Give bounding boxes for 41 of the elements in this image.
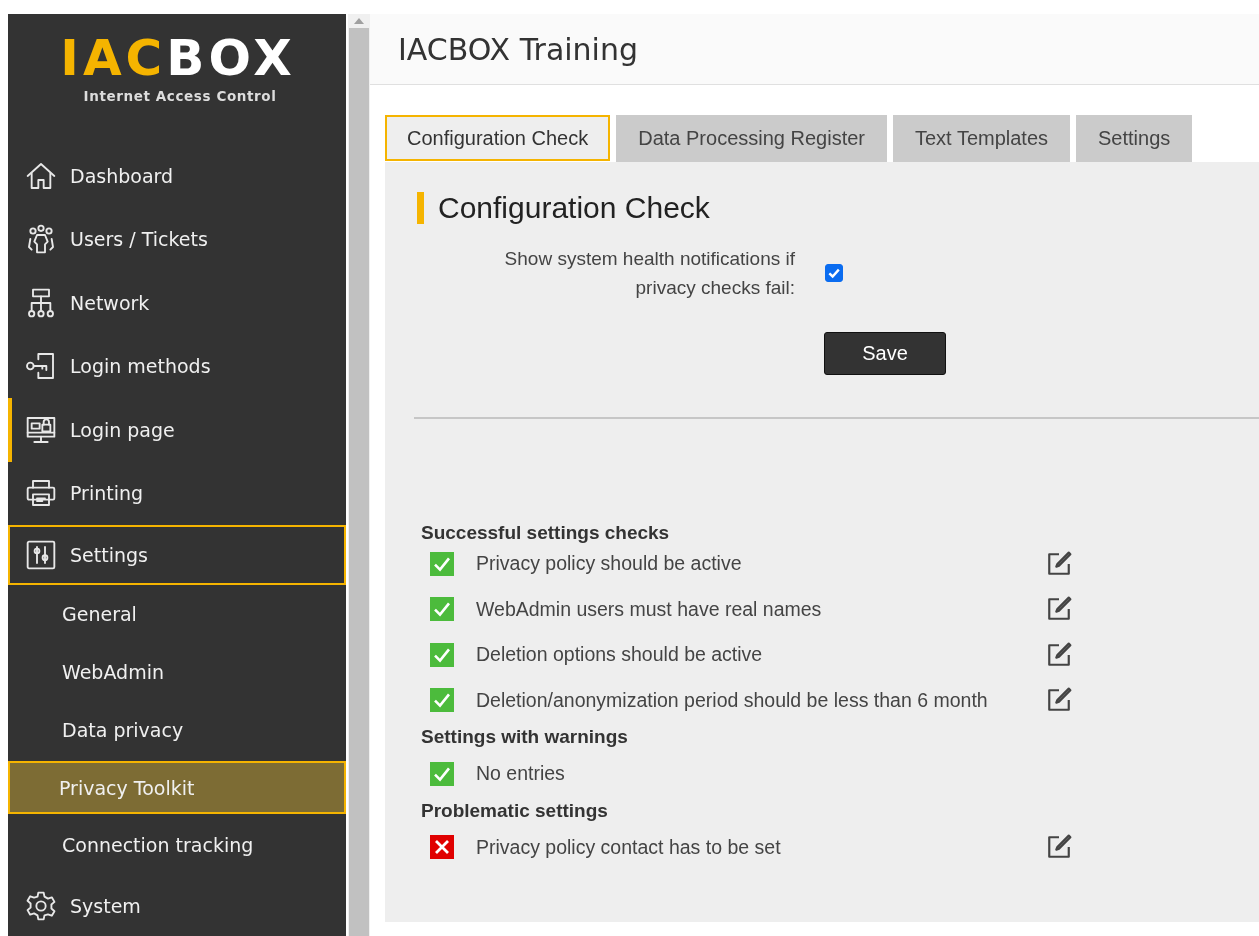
submenu-item[interactable]: Connection tracking	[8, 816, 346, 874]
option-label: Show system health notifications if privacy checks fail:	[503, 247, 795, 300]
save-button[interactable]: Save	[824, 332, 946, 375]
check-text: No entries	[476, 762, 566, 786]
page-title: IACBOX Training	[398, 31, 638, 67]
group-heading: Successful settings checks	[421, 521, 671, 545]
sidebar-item[interactable]: Network	[8, 271, 346, 335]
group-heading: Settings with warnings	[421, 725, 629, 749]
check-text: Privacy policy should be active	[476, 552, 743, 576]
tab[interactable]: Text Templates	[893, 115, 1071, 162]
edit-icon[interactable]	[1046, 834, 1072, 861]
sidebar-item[interactable]: Dashboard	[8, 144, 346, 208]
tab[interactable]: Data Processing Register	[616, 115, 887, 162]
users-icon	[25, 223, 57, 256]
section-heading: Configuration Check	[417, 192, 1259, 224]
sidebar-item[interactable]: Settings	[8, 525, 346, 585]
group-heading: Problematic settings	[421, 798, 609, 823]
edit-icon[interactable]	[1046, 641, 1072, 668]
gear-icon	[25, 889, 57, 922]
sidebar-item[interactable]: System	[8, 874, 346, 936]
sidebar-item[interactable]: Printing	[8, 461, 346, 525]
submenu-item[interactable]: Privacy Toolkit	[8, 761, 346, 814]
check-text: Deletion/anonymization period should be less than 6 month	[476, 688, 989, 712]
sidebar-item[interactable]: Users / Tickets	[8, 207, 346, 271]
check-text: Deletion options should be active	[476, 643, 764, 667]
sidebar-item[interactable]: Login methods	[8, 334, 346, 398]
edit-icon[interactable]	[1046, 550, 1072, 577]
edit-icon[interactable]	[1046, 596, 1072, 623]
submenu-item[interactable]: Data privacy	[8, 701, 346, 759]
logo-tagline: Internet Access Control	[83, 88, 277, 104]
tab[interactable]: Configuration Check	[385, 115, 611, 161]
logo: IAC BOX	[60, 34, 296, 82]
submenu-item[interactable]: General	[8, 585, 346, 643]
submenu-item[interactable]: WebAdmin	[8, 643, 346, 701]
check-text: WebAdmin users must have real names	[476, 597, 823, 621]
tab[interactable]: Settings	[1076, 115, 1193, 162]
edit-icon[interactable]	[1046, 687, 1072, 714]
check-text: Privacy policy contact has to be set	[476, 835, 782, 859]
sliders-icon	[25, 539, 57, 571]
checkbox[interactable]	[825, 264, 843, 282]
network-icon	[25, 286, 57, 319]
